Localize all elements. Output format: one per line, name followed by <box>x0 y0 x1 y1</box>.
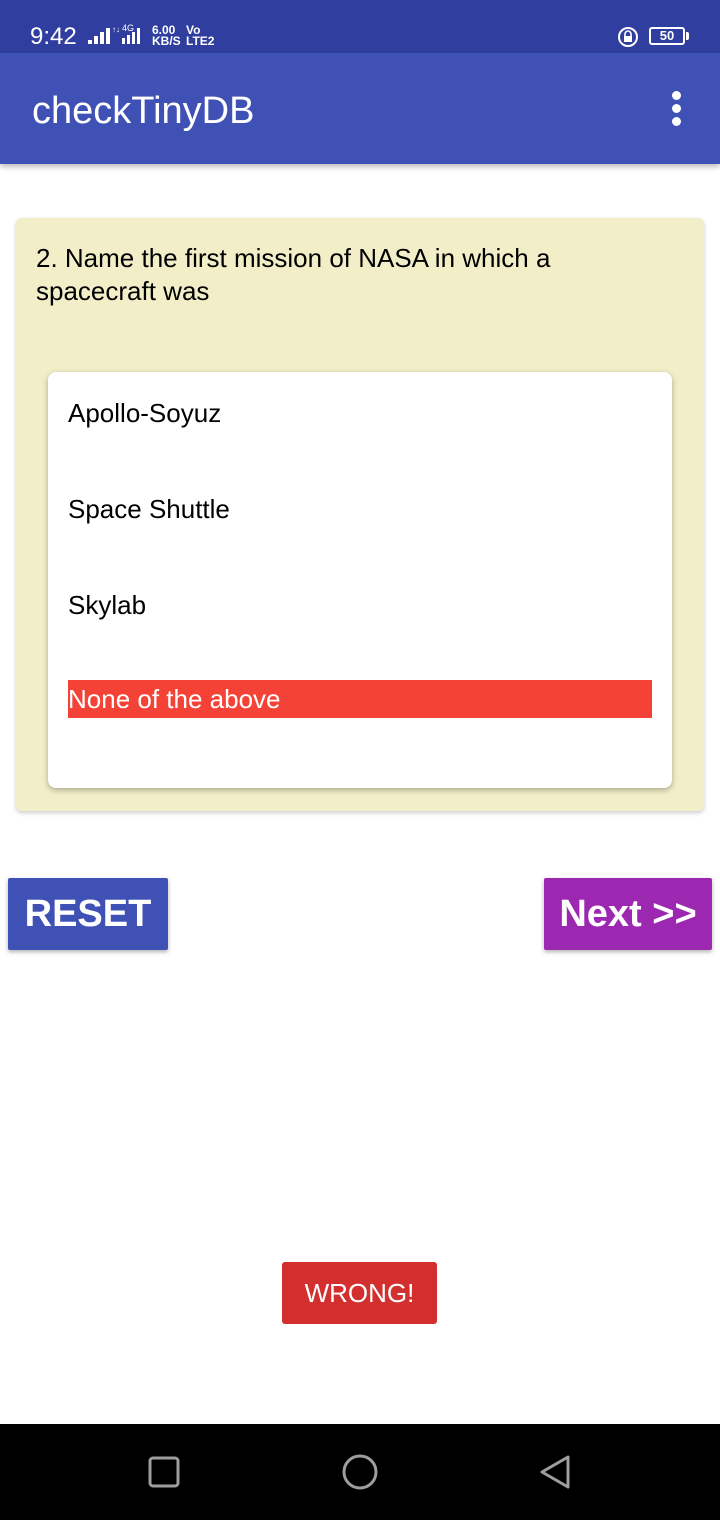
next-button[interactable]: Next >> <box>544 878 712 950</box>
back-triangle-icon[interactable] <box>536 1452 576 1492</box>
question-card: 2. Name the first mission of NASA in whi… <box>16 218 704 811</box>
more-vert-icon[interactable] <box>656 87 696 131</box>
option-apollo-soyuz[interactable]: Apollo-Soyuz <box>68 394 652 432</box>
option-none-of-the-above[interactable]: None of the above <box>68 680 652 718</box>
battery-icon: 50 <box>649 27 685 45</box>
options-list: Apollo-Soyuz Space Shuttle Skylab None o… <box>48 372 672 788</box>
speed-unit: KB/S <box>152 34 181 48</box>
recents-square-icon[interactable] <box>144 1452 184 1492</box>
volte-indicator: Vo LTE2 <box>186 24 215 48</box>
network-label: 4G <box>122 23 134 33</box>
option-skylab[interactable]: Skylab <box>68 586 652 624</box>
home-circle-icon[interactable] <box>340 1452 380 1492</box>
signal-icon: ↑↓ 4G <box>88 23 140 44</box>
status-bar: 9:42 ↑↓ 4G 6.00 KB/S Vo LTE2 50 <box>0 0 720 53</box>
volte-bottom: LTE2 <box>186 34 215 48</box>
app-bar: checkTinyDB <box>0 53 720 164</box>
navigation-bar <box>0 1424 720 1520</box>
svg-text:↑↓: ↑↓ <box>112 25 120 34</box>
app-title: checkTinyDB <box>32 90 255 132</box>
battery-tip <box>686 32 689 40</box>
status-time: 9:42 <box>30 23 77 50</box>
question-text: 2. Name the first mission of NASA in whi… <box>36 243 551 306</box>
reset-button[interactable]: RESET <box>8 878 168 950</box>
option-space-shuttle[interactable]: Space Shuttle <box>68 490 652 528</box>
network-speed: 6.00 KB/S <box>152 24 181 48</box>
result-toast: WRONG! <box>282 1262 437 1324</box>
rotation-lock-icon <box>618 27 638 47</box>
